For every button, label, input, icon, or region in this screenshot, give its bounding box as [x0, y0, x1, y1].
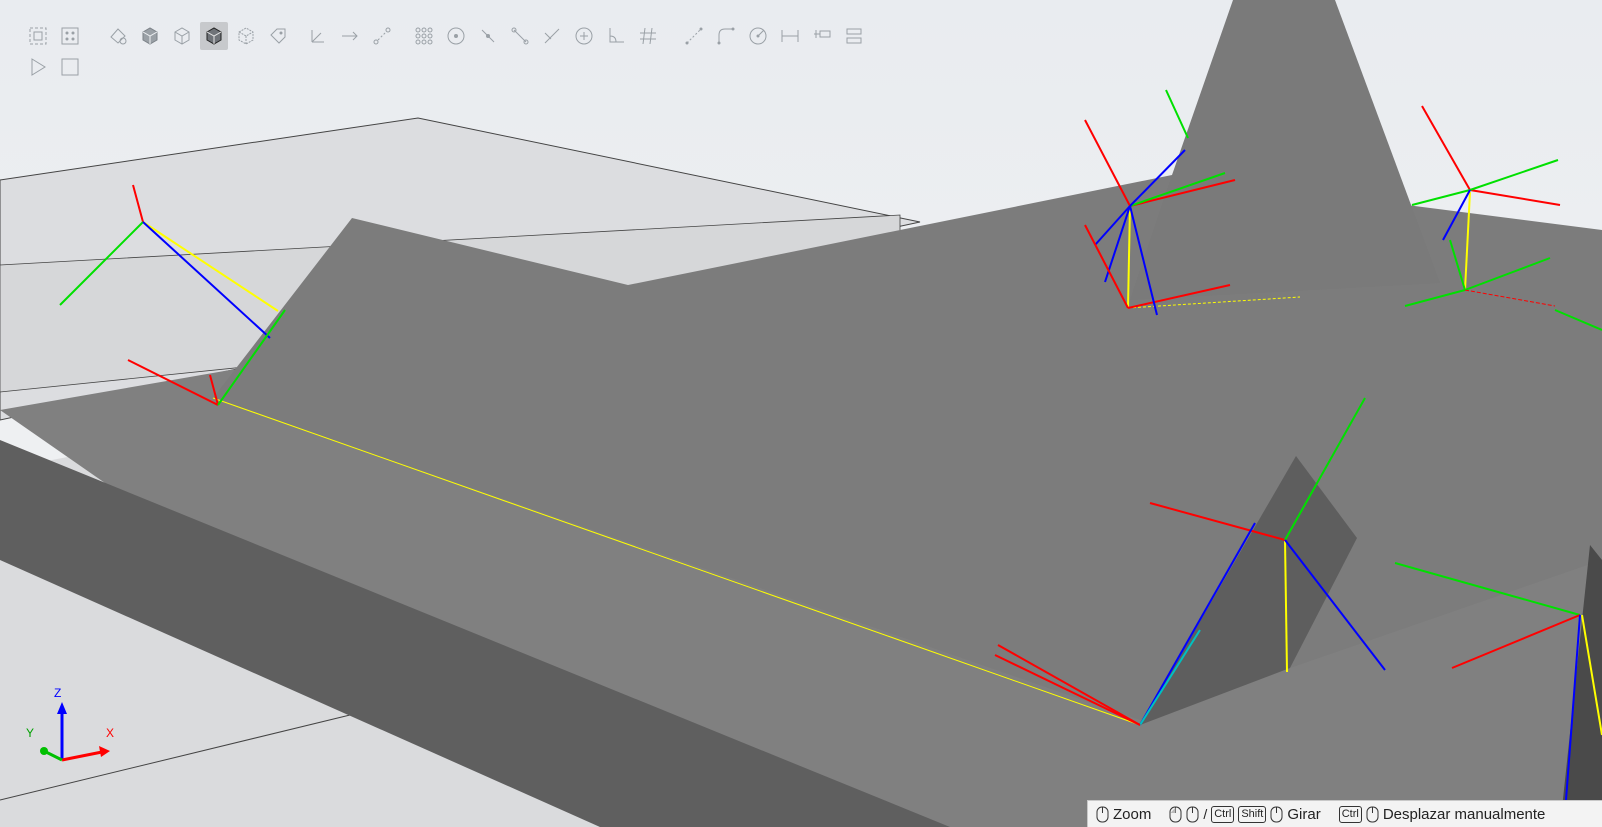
direction-arrow-icon [342, 31, 358, 41]
dimension-icon [781, 30, 799, 42]
dimension-button[interactable] [776, 22, 804, 50]
pan-hint: Desplazar manualmente [1382, 805, 1546, 823]
cross-button[interactable] [538, 22, 566, 50]
hint-separator: / [1203, 806, 1208, 822]
shift-key: Shift [1238, 805, 1267, 823]
x-axis-label: X [106, 726, 115, 740]
grid-dots-icon [415, 27, 433, 45]
mouse-right-icon [1366, 806, 1379, 822]
direction-arrow-button[interactable] [336, 22, 364, 50]
measure-distance-icon [685, 27, 703, 45]
cross-icon [544, 28, 560, 44]
shaded-cube-icon [142, 27, 158, 45]
tag-button[interactable] [264, 22, 292, 50]
3d-viewport[interactable] [0, 0, 1602, 827]
hidden-line-cube-icon [238, 27, 254, 45]
circle-center-button[interactable] [570, 22, 598, 50]
z-axis-label: Z [54, 686, 62, 700]
rotate-hint: Girar [1287, 805, 1321, 823]
segment-button[interactable] [506, 22, 534, 50]
y-axis-line [45, 750, 63, 762]
wireframe-cube-icon [174, 27, 190, 45]
fit-selection-button[interactable] [56, 22, 84, 50]
play-button[interactable] [24, 53, 52, 81]
ctrl-key: Ctrl [1338, 805, 1362, 823]
clearance-icon [814, 30, 831, 38]
stop-button[interactable] [56, 53, 84, 81]
point-line-button[interactable] [474, 22, 502, 50]
measure-arc-icon [717, 27, 735, 45]
view-toolbar [24, 22, 884, 92]
tag-icon [270, 28, 286, 44]
mouse-wheel-icon [1096, 806, 1109, 822]
shaded-cube-button[interactable] [136, 22, 164, 50]
zoom-hint: Zoom [1113, 805, 1152, 823]
y-axis-label: Y [26, 726, 35, 740]
frame-axes-icon [311, 30, 324, 43]
x-axis-line [61, 750, 103, 762]
shaded-edges-cube-button[interactable] [200, 22, 228, 50]
shaded-edges-cube-icon [206, 27, 222, 45]
mouse-left-icon [1169, 806, 1182, 822]
grid-hash-icon [640, 27, 656, 45]
align-icon [846, 28, 862, 44]
wireframe-cube-button[interactable] [168, 22, 196, 50]
fit-selection-icon [61, 27, 79, 45]
circle-center-icon [575, 27, 593, 45]
axis-triad: Z X Y [22, 686, 132, 770]
target-button[interactable] [442, 22, 470, 50]
align-button[interactable] [840, 22, 868, 50]
mouse-right-icon [1186, 806, 1199, 822]
angle-icon [609, 28, 624, 43]
angle-button[interactable] [602, 22, 630, 50]
play-icon [31, 58, 46, 76]
stop-icon [61, 58, 79, 76]
ctrl-key: Ctrl [1211, 805, 1235, 823]
segment-icon [511, 27, 529, 45]
render-style-button[interactable] [104, 22, 132, 50]
measure-arc-button[interactable] [712, 22, 740, 50]
path-points-icon [373, 27, 391, 45]
fit-all-icon [29, 27, 47, 45]
grid-dots-button[interactable] [410, 22, 438, 50]
mouse-right-icon [1270, 806, 1283, 822]
measure-distance-button[interactable] [680, 22, 708, 50]
status-bar: Zoom / Ctrl Shift Girar Ctrl Desplazar m… [1087, 800, 1602, 827]
measure-radius-icon [749, 27, 767, 45]
grid-hash-button[interactable] [634, 22, 662, 50]
measure-radius-button[interactable] [744, 22, 772, 50]
target-icon [447, 27, 465, 45]
fit-all-button[interactable] [24, 22, 52, 50]
frame-axes-button[interactable] [304, 22, 332, 50]
hidden-line-cube-button[interactable] [232, 22, 260, 50]
render-style-icon [110, 28, 127, 45]
clearance-button[interactable] [808, 22, 836, 50]
path-points-button[interactable] [368, 22, 396, 50]
point-line-icon [481, 29, 495, 43]
